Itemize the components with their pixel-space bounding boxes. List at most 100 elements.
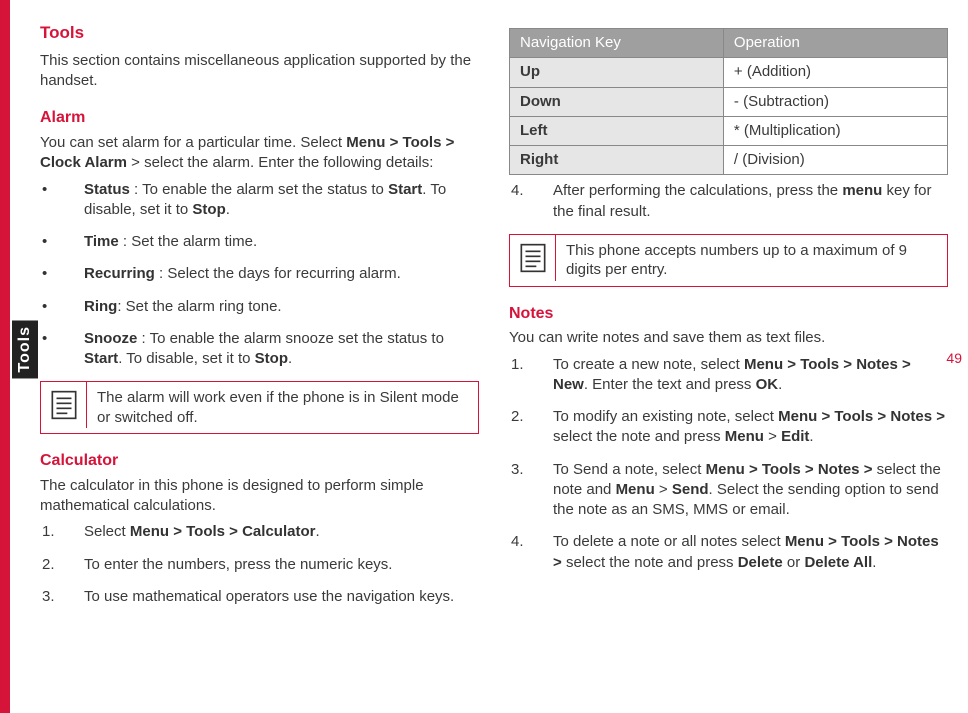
text: . Enter the text and press [584,376,756,393]
text: Select [84,523,130,540]
key-name: Send [672,481,709,498]
cell-op: - (Subtraction) [723,87,947,116]
calc-steps-cont: 4. After performing the calculations, pr… [509,181,948,222]
option-key: Time [84,233,119,250]
left-red-bar [0,0,10,713]
key-name: Delete All [804,554,872,571]
list-item: 4. After performing the calculations, pr… [509,181,948,222]
list-item: Recurring : Select the days for recurrin… [40,264,479,284]
note-box-digits: This phone accepts numbers up to a maxim… [509,234,948,287]
text: . [288,350,292,367]
step-number: 2. [42,555,55,575]
value-stop: Stop [255,350,288,367]
menu-path: Menu > Tools > Calculator [130,523,316,540]
cell-key: Down [510,87,724,116]
note-text: This phone accepts numbers up to a maxim… [556,235,947,286]
heading-calculator: Calculator [40,450,479,472]
text: You can set alarm for a particular time.… [40,134,346,151]
navigation-key-table: Navigation Key Operation Up+ (Addition) … [509,28,948,175]
step-number: 1. [42,522,55,542]
list-item: Snooze : To enable the alarm snooze set … [40,329,479,370]
notes-steps: 1. To create a new note, select Menu > T… [509,355,948,573]
note-text: The alarm will work even if the phone is… [87,382,478,433]
option-key: Recurring [84,265,155,282]
key-name: Edit [781,428,809,445]
text: . [872,554,876,571]
key-name: Delete [738,554,783,571]
key-name: OK [756,376,779,393]
table-header-row: Navigation Key Operation [510,29,948,58]
step-number: 4. [511,532,524,552]
list-item: 2. To modify an existing note, select Me… [509,407,948,448]
text: . [226,201,230,218]
value-start: Start [388,181,422,198]
list-item: 4. To delete a note or all notes select … [509,532,948,573]
text: > [764,428,781,445]
text: To create a new note, select [553,356,744,373]
cell-key: Up [510,58,724,87]
text: or [783,554,805,571]
value-start: Start [84,350,118,367]
text: : To enable the alarm snooze set the sta… [137,330,444,347]
text: To modify an existing note, select [553,408,778,425]
text: : Set the alarm ring tone. [117,298,281,315]
table-row: Up+ (Addition) [510,58,948,87]
text: After performing the calculations, press… [553,182,842,199]
option-key: Status [84,181,130,198]
step-number: 4. [511,181,524,201]
text: select the note and press [566,554,738,571]
key-name: Menu [616,481,655,498]
text: > [655,481,672,498]
menu-path: Menu > Tools > Notes > [706,461,877,478]
menu-path: Menu > Tools > Notes > [778,408,945,425]
list-item: 3. To use mathematical operators use the… [40,587,479,607]
right-column: Navigation Key Operation Up+ (Addition) … [509,22,948,693]
cell-op: + (Addition) [723,58,947,87]
list-item: 3. To Send a note, select Menu > Tools >… [509,460,948,521]
text: . To disable, set it to [118,350,254,367]
table-row: Right/ (Division) [510,146,948,175]
step-number: 3. [42,587,55,607]
note-box-alarm: The alarm will work even if the phone is… [40,381,479,434]
list-item: Time : Set the alarm time. [40,232,479,252]
text: To delete a note or all notes select [553,533,785,550]
list-item: Status : To enable the alarm set the sta… [40,180,479,221]
option-key: Snooze [84,330,137,347]
page-content: Tools This section contains miscellaneou… [40,22,948,693]
table-row: Left* (Multiplication) [510,116,948,145]
text: To enter the numbers, press the numeric … [84,556,392,573]
heading-alarm: Alarm [40,107,479,129]
heading-tools: Tools [40,22,479,45]
key-name: menu [842,182,882,199]
option-key: Ring [84,298,117,315]
heading-notes: Notes [509,303,948,325]
note-icon [510,235,556,281]
calc-steps: 1. Select Menu > Tools > Calculator. 2. … [40,522,479,607]
cell-op: / (Division) [723,146,947,175]
alarm-intro: You can set alarm for a particular time.… [40,133,479,174]
text: . [778,376,782,393]
page-number: 49 [946,350,962,366]
list-item: 1. To create a new note, select Menu > T… [509,355,948,396]
step-number: 2. [511,407,524,427]
text: To Send a note, select [553,461,706,478]
key-name: Menu [725,428,764,445]
text: : Select the days for recurring alarm. [155,265,401,282]
left-column: Tools This section contains miscellaneou… [40,22,479,693]
text: : To enable the alarm set the status to [130,181,388,198]
side-tab-tools: Tools [12,320,38,378]
table-header: Navigation Key [510,29,724,58]
notes-intro: You can write notes and save them as tex… [509,328,948,348]
table-header: Operation [723,29,947,58]
table-row: Down- (Subtraction) [510,87,948,116]
tools-intro: This section contains miscellaneous appl… [40,51,479,92]
list-item: 1. Select Menu > Tools > Calculator. [40,522,479,542]
text: . [809,428,813,445]
text: . [315,523,319,540]
note-icon [41,382,87,428]
text: select the note and press [553,428,725,445]
cell-op: * (Multiplication) [723,116,947,145]
value-stop: Stop [192,201,225,218]
cell-key: Left [510,116,724,145]
cell-key: Right [510,146,724,175]
